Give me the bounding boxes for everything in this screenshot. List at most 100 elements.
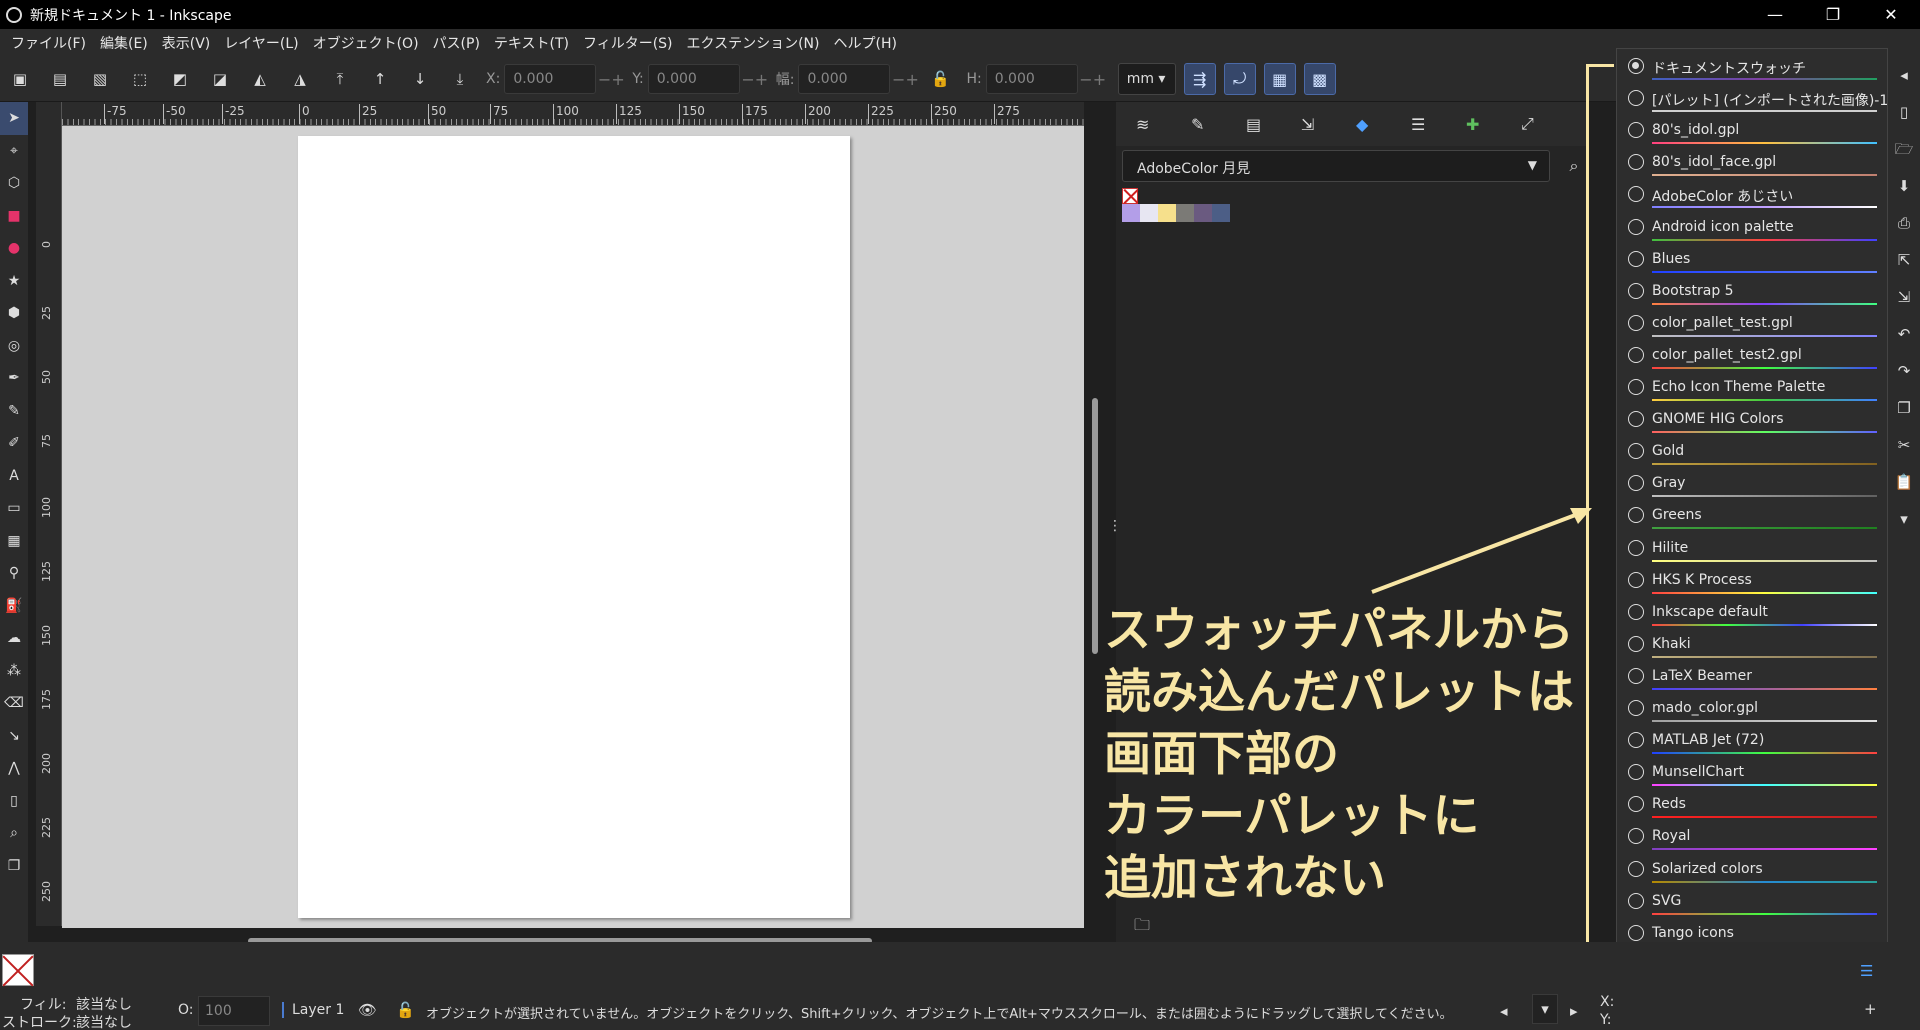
current-layer[interactable]: Layer 1	[282, 1002, 344, 1018]
undo-icon[interactable]: ↶	[1888, 316, 1920, 353]
search-icon[interactable]: ⌕	[1560, 150, 1588, 182]
x-stepper[interactable]: −+	[596, 70, 626, 89]
palette-menu-item[interactable]: Gray	[1617, 468, 1889, 500]
rotate-cw-icon[interactable]: ◪	[210, 69, 230, 89]
palette-menu-item[interactable]: 80's_idol_face.gpl	[1617, 147, 1889, 179]
swatches-tab-icon[interactable]: ◆	[1356, 115, 1411, 134]
color-swatch[interactable]	[1194, 204, 1212, 222]
palette-menu-item[interactable]: Greens	[1617, 500, 1889, 532]
menu-object[interactable]: オブジェクト(O)	[313, 33, 419, 53]
select-all-layers-icon[interactable]: ▤	[50, 69, 70, 89]
y-stepper[interactable]: −+	[740, 70, 770, 89]
save-icon[interactable]: ⬇	[1888, 168, 1920, 205]
no-paint-swatch[interactable]	[1122, 188, 1138, 204]
transform-gradients-button[interactable]: ▦	[1263, 63, 1296, 95]
palette-menu-item[interactable]: Gold	[1617, 436, 1889, 468]
zoom-plus-icon[interactable]: +	[1864, 1000, 1877, 1018]
palette-menu-item[interactable]: Bootstrap 5	[1617, 276, 1889, 308]
select-all-icon[interactable]: ▣	[10, 69, 30, 89]
raise-to-top-icon[interactable]: ⤒	[330, 69, 350, 89]
fill-indicator[interactable]	[2, 954, 34, 986]
palette-menu-item[interactable]: Royal	[1617, 821, 1889, 853]
opacity-input[interactable]: 100	[198, 996, 270, 1026]
more-tabs-icon[interactable]: ⤢	[1521, 114, 1576, 134]
menu-edit[interactable]: 編集(E)	[100, 33, 148, 53]
connector-tool-icon[interactable]: ↘	[0, 720, 28, 753]
palette-menu-item[interactable]: 80's_idol.gpl	[1617, 115, 1889, 147]
lower-icon[interactable]: ↓	[410, 69, 430, 89]
shape-builder-icon[interactable]: ⬡	[0, 167, 28, 200]
menu-text[interactable]: テキスト(T)	[494, 33, 569, 53]
palette-menu-item[interactable]: Echo Icon Theme Palette	[1617, 372, 1889, 404]
palette-menu-item[interactable]: MATLAB Jet (72)	[1617, 725, 1889, 757]
document-page[interactable]	[298, 136, 850, 918]
menu-help[interactable]: ヘルプ(H)	[834, 33, 897, 53]
menu-extensions[interactable]: エクステンション(N)	[687, 33, 820, 53]
fill-stroke-tab-icon[interactable]: ✎	[1191, 115, 1246, 134]
text-tool-icon[interactable]: A	[0, 460, 28, 493]
flip-vertical-icon[interactable]: ◮	[290, 69, 310, 89]
eraser-tool-icon[interactable]: ⌫	[0, 687, 28, 720]
cut-icon[interactable]: ✂	[1888, 427, 1920, 464]
restore-button[interactable]: ❐	[1804, 0, 1862, 29]
rectangle-tool-icon[interactable]: ■	[0, 200, 28, 233]
star-tool-icon[interactable]: ★	[0, 265, 28, 298]
pages-tool-icon[interactable]: ❐	[0, 850, 28, 883]
color-swatch[interactable]	[1212, 204, 1230, 222]
ellipse-tool-icon[interactable]: ●	[0, 232, 28, 265]
gradient-tool-icon[interactable]: ▭	[0, 492, 28, 525]
folder-icon[interactable]: 🗀	[1134, 914, 1150, 941]
color-swatch[interactable]	[1140, 204, 1158, 222]
chevron-right-icon[interactable]: ▸	[1570, 1002, 1578, 1020]
palette-menu-item[interactable]: [パレット] (インポートされた画像)-1 #1	[1617, 83, 1913, 115]
chevron-left-icon[interactable]: ◂	[1500, 1002, 1508, 1020]
select-same-icon[interactable]: ▧	[90, 69, 110, 89]
paste-icon[interactable]: 📋	[1888, 464, 1920, 501]
unit-select[interactable]: mm ▾	[1117, 63, 1176, 95]
layers-tab-icon[interactable]: ≋	[1136, 115, 1191, 134]
lock-icon[interactable]: 🔓	[396, 1001, 415, 1019]
pencil-tool-icon[interactable]: ✎	[0, 395, 28, 428]
menu-filters[interactable]: フィルター(S)	[583, 33, 673, 53]
palette-menu-item[interactable]: Hilite	[1617, 533, 1889, 565]
import-icon[interactable]: ⇱	[1888, 242, 1920, 279]
copy-icon[interactable]: ❐	[1888, 390, 1920, 427]
palette-menu-item[interactable]: SVG	[1617, 886, 1889, 918]
color-swatch[interactable]	[1122, 204, 1140, 222]
vertical-scrollbar[interactable]	[1092, 398, 1098, 654]
width-input[interactable]: 0.000	[798, 64, 891, 94]
open-icon[interactable]: 🗁	[1888, 131, 1920, 168]
palette-menu-item[interactable]: Blues	[1617, 244, 1889, 276]
palette-menu-item[interactable]: LaTeX Beamer	[1617, 661, 1889, 693]
flip-horizontal-icon[interactable]: ◭	[250, 69, 270, 89]
paint-bucket-icon[interactable]: ⛽	[0, 590, 28, 623]
menu-view[interactable]: 表示(V)	[162, 33, 211, 53]
color-swatch[interactable]	[1158, 204, 1176, 222]
page-tool-icon[interactable]: ▯	[0, 785, 28, 818]
close-button[interactable]: ✕	[1862, 0, 1920, 29]
lpe-tool-icon[interactable]: ⋀	[0, 752, 28, 785]
palette-select[interactable]: AdobeColor 月見 ▼	[1122, 150, 1550, 182]
minimize-button[interactable]: —	[1746, 0, 1804, 29]
mesh-tool-icon[interactable]: ▦	[0, 525, 28, 558]
palette-menu-item[interactable]: GNOME HIG Colors	[1617, 404, 1889, 436]
collapse-panel-icon[interactable]: ◂	[1888, 57, 1920, 94]
swatch-toggle-icon[interactable]: ☰	[1860, 962, 1873, 980]
height-input[interactable]: 0.000	[985, 64, 1078, 94]
export-icon[interactable]: ⇲	[1888, 279, 1920, 316]
lower-to-bottom-icon[interactable]: ⤓	[450, 69, 470, 89]
palette-menu-item[interactable]: ドキュメントスウォッチ	[1617, 51, 1889, 83]
zoom-dropdown[interactable]: ▾	[1532, 994, 1558, 1024]
calligraphy-tool-icon[interactable]: ✐	[0, 427, 28, 460]
raise-icon[interactable]: ↑	[370, 69, 390, 89]
objects-tab-icon[interactable]: ▤	[1246, 115, 1301, 134]
print-icon[interactable]: ⎙	[1888, 205, 1920, 242]
palette-menu-item[interactable]: Khaki	[1617, 629, 1889, 661]
3d-box-tool-icon[interactable]: ⬢	[0, 297, 28, 330]
palette-menu-item[interactable]: Solarized colors	[1617, 854, 1889, 886]
lock-ratio-icon[interactable]: 🔓	[930, 69, 950, 89]
y-input[interactable]: 0.000	[647, 64, 740, 94]
align-tab-icon[interactable]: ☰	[1411, 115, 1466, 134]
visibility-eye-icon[interactable]: 👁	[358, 1001, 377, 1019]
color-swatch[interactable]	[1176, 204, 1194, 222]
